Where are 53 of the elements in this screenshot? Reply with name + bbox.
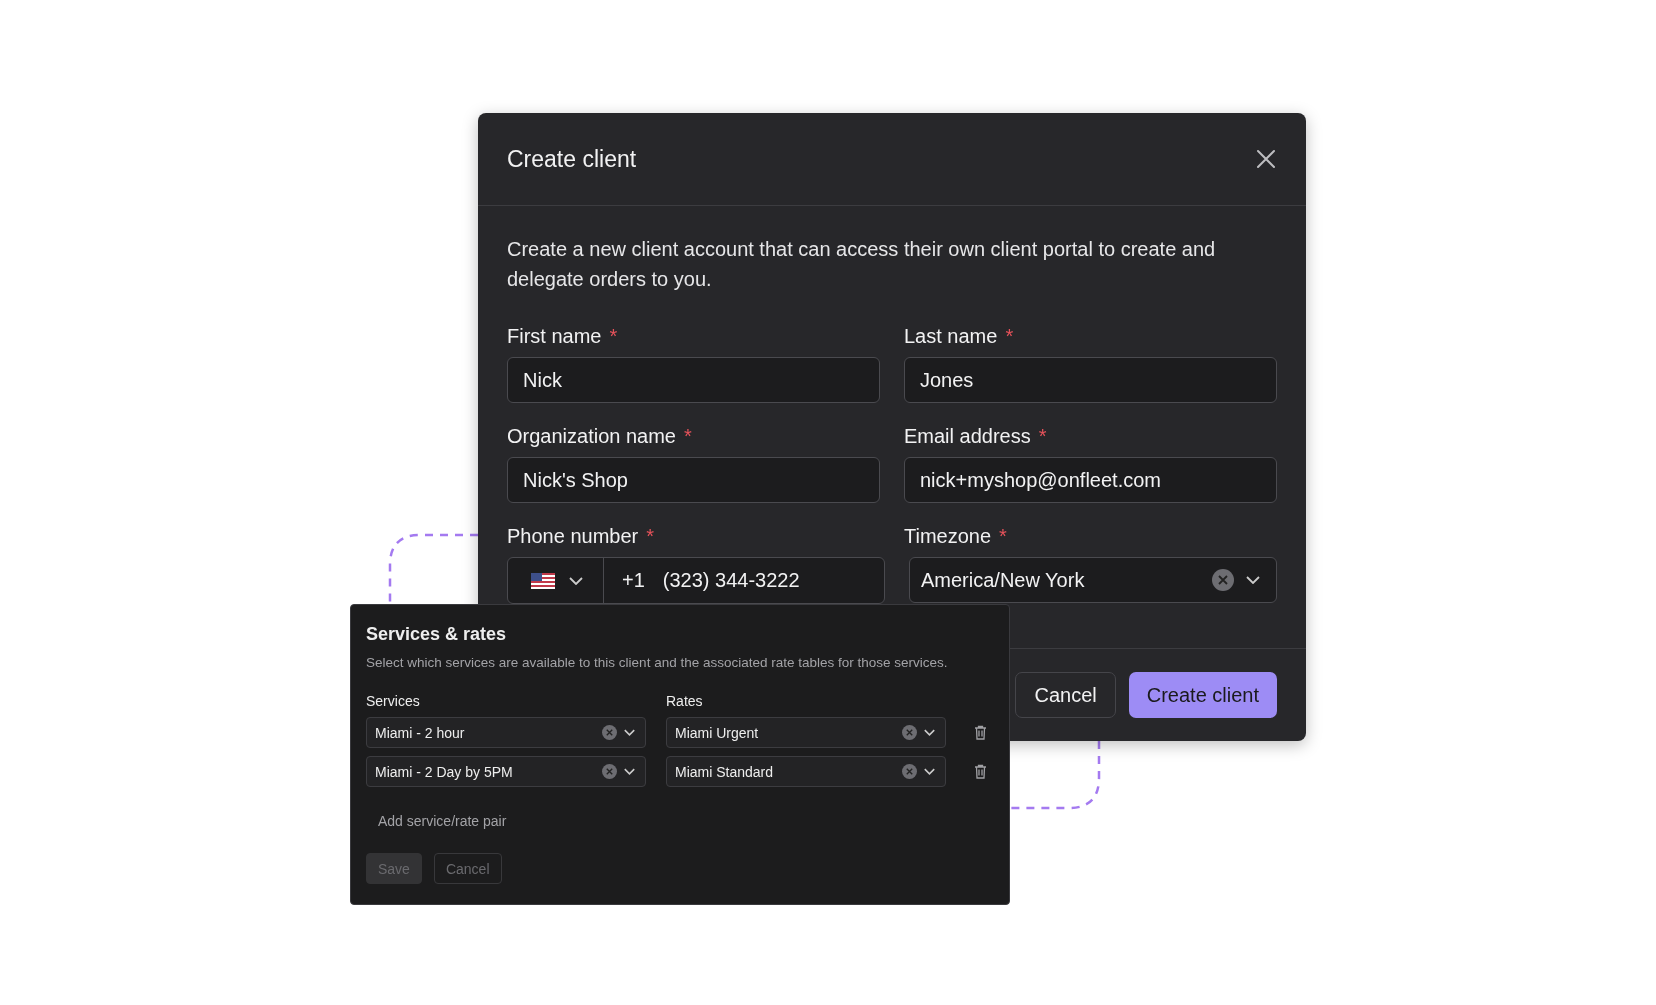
country-code: +1: [622, 569, 645, 592]
trash-icon[interactable]: [974, 764, 987, 779]
trash-icon[interactable]: [974, 725, 987, 740]
service-select[interactable]: Miami - 2 Day by 5PM: [366, 756, 646, 787]
chevron-down-icon[interactable]: [924, 729, 935, 736]
clear-icon[interactable]: [902, 725, 917, 740]
clear-icon[interactable]: [902, 764, 917, 779]
rate-select[interactable]: Miami Standard: [666, 756, 946, 787]
chevron-down-icon[interactable]: [1246, 576, 1260, 584]
field-label: Last name: [904, 325, 998, 348]
text-field[interactable]: Nick: [507, 357, 880, 403]
clear-icon[interactable]: [602, 764, 617, 779]
timezone-select[interactable]: America/New York: [909, 557, 1277, 603]
field-label: Phone number: [507, 525, 639, 548]
service-select[interactable]: Miami - 2 hour: [366, 717, 646, 748]
close-icon[interactable]: [1256, 149, 1276, 169]
clear-icon[interactable]: [1212, 569, 1234, 591]
column-label: Services: [366, 693, 421, 709]
select-value: America/New York: [921, 568, 1086, 592]
create-button[interactable]: Create client: [1128, 672, 1277, 718]
text-field[interactable]: nick+myshop@onfleet.com: [904, 457, 1277, 503]
required-mark: *: [1005, 325, 1014, 348]
required-mark: *: [646, 525, 654, 548]
dialog-title: Create client: [507, 145, 637, 173]
phone-value: (323) 344-3222: [662, 569, 800, 592]
text-field[interactable]: Jones: [904, 357, 1277, 403]
select-value: Miami Urgent: [675, 724, 760, 741]
flag-icon: [531, 572, 555, 589]
chevron-down-icon[interactable]: [569, 576, 583, 585]
panel-title: Services & rates: [366, 624, 508, 645]
chevron-down-icon[interactable]: [624, 729, 635, 736]
field-label: Email address: [904, 425, 1031, 448]
column-label: Rates: [666, 693, 704, 709]
chevron-down-icon[interactable]: [924, 768, 935, 775]
add-pair-button[interactable]: Add service/rate pair: [366, 807, 519, 835]
text-field[interactable]: Nick's Shop: [507, 457, 880, 503]
phone-field[interactable]: +1 (323) 344-3222: [507, 557, 885, 604]
clear-icon[interactable]: [602, 725, 617, 740]
required-mark: *: [609, 325, 618, 348]
cancel-button[interactable]: Cancel: [1015, 672, 1116, 718]
panel-description: Select which services are available to this client and the associated rate tables for those services.: [366, 655, 949, 670]
field-label: First name: [507, 325, 602, 348]
select-value: Miami Standard: [675, 763, 775, 780]
select-value: Miami - 2 Day by 5PM: [375, 763, 514, 780]
select-value: Miami - 2 hour: [375, 724, 466, 741]
required-mark: *: [1038, 425, 1047, 448]
rate-select[interactable]: Miami Urgent: [666, 717, 946, 748]
chevron-down-icon[interactable]: [624, 768, 635, 775]
required-mark: *: [999, 525, 1007, 548]
required-mark: *: [684, 425, 692, 448]
field-label: Timezone: [904, 525, 992, 548]
dialog-description: Create a new client account that can access their own client portal to create and delegate orders to you.: [507, 237, 1217, 292]
field-label: Organization name: [507, 425, 676, 448]
